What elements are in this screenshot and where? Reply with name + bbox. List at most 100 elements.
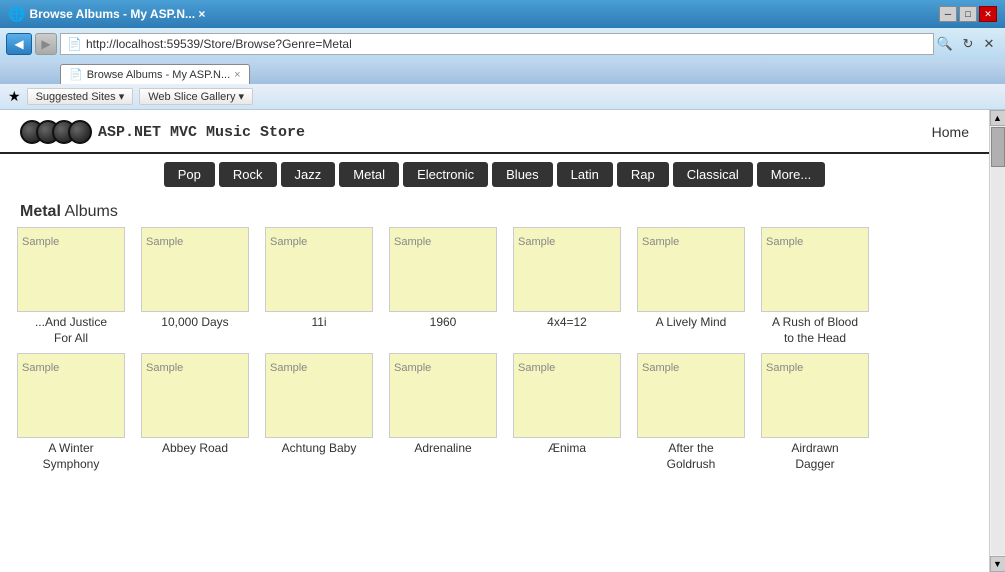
sample-label: Sample	[518, 362, 555, 374]
albums-grid-row1: Sample ...And JusticeFor All Sample 10,0…	[0, 227, 989, 349]
sample-label: Sample	[270, 236, 307, 248]
tab-close-button[interactable]: ×	[234, 69, 240, 81]
album-item[interactable]: Sample 10,000 Days	[136, 227, 254, 349]
album-cover: Sample	[141, 227, 249, 312]
scroll-track	[991, 127, 1005, 555]
album-cover: Sample	[141, 353, 249, 438]
album-cover: Sample	[17, 227, 125, 312]
address-text: http://localhost:59539/Store/Browse?Genr…	[86, 37, 352, 51]
genre-heading-rest: Albums	[61, 203, 118, 220]
sample-label: Sample	[146, 236, 183, 248]
album-cover: Sample	[761, 353, 869, 438]
sample-label: Sample	[394, 362, 431, 374]
album-title: Ænima	[546, 438, 588, 460]
album-cover: Sample	[265, 227, 373, 312]
page-icon: 📄	[67, 37, 82, 51]
tab-label: Browse Albums - My ASP.N...	[87, 69, 230, 81]
refresh-icon[interactable]: ↻	[958, 34, 978, 54]
sample-label: Sample	[642, 362, 679, 374]
album-title: 4x4=12	[545, 312, 589, 334]
scroll-thumb[interactable]	[991, 127, 1005, 167]
album-title: A Lively Mind	[654, 312, 729, 334]
minimize-button[interactable]: ─	[939, 6, 957, 22]
album-title: Achtung Baby	[280, 438, 359, 460]
genre-pop[interactable]: Pop	[164, 162, 215, 187]
stop-icon[interactable]: ✕	[979, 34, 999, 54]
home-link[interactable]: Home	[932, 124, 969, 140]
genre-blues[interactable]: Blues	[492, 162, 553, 187]
sample-label: Sample	[22, 362, 59, 374]
genre-electronic[interactable]: Electronic	[403, 162, 488, 187]
album-item[interactable]: Sample 4x4=12	[508, 227, 626, 349]
album-cover: Sample	[389, 227, 497, 312]
window-title-text: Browse Albums - My ASP.N... ×	[29, 7, 205, 21]
genre-more[interactable]: More...	[757, 162, 825, 187]
album-item[interactable]: Sample Ænima	[508, 353, 626, 475]
album-title: 1960	[428, 312, 459, 334]
browser-icon: 🌐	[8, 6, 25, 23]
scroll-up-button[interactable]: ▲	[990, 110, 1005, 126]
album-cover: Sample	[637, 227, 745, 312]
album-item[interactable]: Sample 11i	[260, 227, 378, 349]
album-item[interactable]: Sample AirdrawnDagger	[756, 353, 874, 475]
tab-bar: 📄 Browse Albums - My ASP.N... ×	[0, 60, 1005, 84]
genre-heading-bold: Metal	[20, 203, 61, 220]
album-cover: Sample	[389, 353, 497, 438]
album-item[interactable]: Sample A Rush of Bloodto the Head	[756, 227, 874, 349]
sample-label: Sample	[766, 362, 803, 374]
logo	[20, 120, 92, 144]
album-title: After theGoldrush	[665, 438, 718, 475]
album-title: Adrenaline	[412, 438, 473, 460]
genre-jazz[interactable]: Jazz	[281, 162, 336, 187]
scroll-down-button[interactable]: ▼	[990, 556, 1005, 572]
genre-rock[interactable]: Rock	[219, 162, 277, 187]
album-cover: Sample	[265, 353, 373, 438]
site-header: ASP.NET MVC Music Store Home	[0, 110, 989, 154]
album-item[interactable]: Sample 1960	[384, 227, 502, 349]
album-item[interactable]: Sample Adrenaline	[384, 353, 502, 475]
favorites-bar: ★ Suggested Sites ▾ Web Slice Gallery ▾	[0, 84, 1005, 110]
sample-label: Sample	[146, 362, 183, 374]
albums-grid-row2: Sample A WinterSymphony Sample Abbey Roa…	[0, 349, 989, 475]
search-icon: 🔍	[937, 36, 953, 52]
album-item[interactable]: Sample After theGoldrush	[632, 353, 750, 475]
forward-button[interactable]: ▶	[35, 33, 57, 55]
genre-latin[interactable]: Latin	[557, 162, 613, 187]
album-title: Abbey Road	[160, 438, 230, 460]
genre-rap[interactable]: Rap	[617, 162, 669, 187]
sample-label: Sample	[270, 362, 307, 374]
tab-icon: 📄	[69, 68, 83, 81]
back-button[interactable]: ◀	[6, 33, 32, 55]
window-controls: ─ □ ✕	[939, 6, 997, 22]
address-bar[interactable]: 📄 http://localhost:59539/Store/Browse?Ge…	[60, 33, 934, 55]
album-item[interactable]: Sample ...And JusticeFor All	[12, 227, 130, 349]
genre-classical[interactable]: Classical	[673, 162, 753, 187]
title-bar-left: 🌐 Browse Albums - My ASP.N... ×	[8, 6, 205, 23]
album-title: 11i	[309, 312, 328, 334]
sample-label: Sample	[22, 236, 59, 248]
suggested-sites-button[interactable]: Suggested Sites ▾	[27, 88, 134, 105]
genre-nav: Pop Rock Jazz Metal Electronic Blues Lat…	[0, 154, 989, 195]
album-cover: Sample	[637, 353, 745, 438]
gallery-button[interactable]: Web Slice Gallery ▾	[139, 88, 253, 105]
genre-metal[interactable]: Metal	[339, 162, 399, 187]
logo-area: ASP.NET MVC Music Store	[20, 120, 305, 144]
sample-label: Sample	[394, 236, 431, 248]
browser-tab[interactable]: 📄 Browse Albums - My ASP.N... ×	[60, 64, 250, 84]
album-cover: Sample	[513, 227, 621, 312]
favorites-home-icon[interactable]: ★	[8, 88, 21, 105]
album-item[interactable]: Sample A WinterSymphony	[12, 353, 130, 475]
album-item[interactable]: Sample Achtung Baby	[260, 353, 378, 475]
album-item[interactable]: Sample Abbey Road	[136, 353, 254, 475]
window-title-bar: 🌐 Browse Albums - My ASP.N... × ─ □ ✕	[0, 0, 1005, 28]
sample-label: Sample	[518, 236, 555, 248]
maximize-button[interactable]: □	[959, 6, 977, 22]
toolbar-icons: ↻ ✕	[958, 34, 999, 54]
page-content: ASP.NET MVC Music Store Home Pop Rock Ja…	[0, 110, 989, 572]
album-cover: Sample	[17, 353, 125, 438]
page-area: ASP.NET MVC Music Store Home Pop Rock Ja…	[0, 110, 1005, 572]
close-button[interactable]: ✕	[979, 6, 997, 22]
disc-4	[68, 120, 92, 144]
album-item[interactable]: Sample A Lively Mind	[632, 227, 750, 349]
address-bar-row: ◀ ▶ 📄 http://localhost:59539/Store/Brows…	[0, 28, 1005, 60]
